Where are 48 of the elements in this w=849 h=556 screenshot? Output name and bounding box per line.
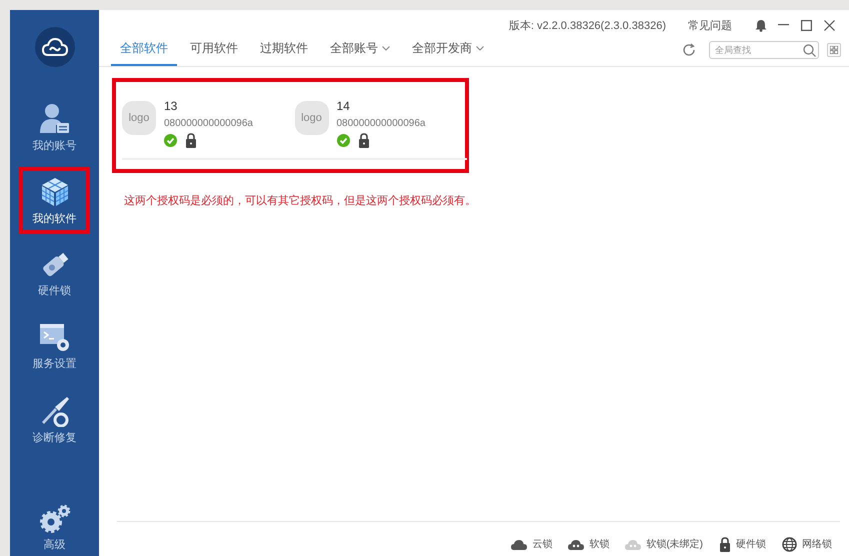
sidebar-item[interactable]: 诊断修复 xyxy=(19,386,90,453)
sidebar-item[interactable]: 高级 xyxy=(19,504,90,552)
grid-view-button[interactable] xyxy=(827,43,841,57)
lock-icon xyxy=(358,133,370,148)
lock-icon xyxy=(185,133,197,148)
minimize-button[interactable] xyxy=(778,24,789,26)
app-logo: logo xyxy=(294,101,328,135)
note-text: 这两个授权码是必须的，可以有其它授权码，但是这两个授权码必须有。 xyxy=(123,194,477,208)
user-icon xyxy=(40,102,70,134)
check-icon xyxy=(164,134,177,147)
tab[interactable]: 可用软件 xyxy=(181,40,247,66)
refresh-button[interactable] xyxy=(682,43,696,57)
version-text: 版本: v2.2.0.38326(2.3.0.38326) xyxy=(508,18,666,32)
software-name: 14 xyxy=(336,99,351,113)
terminal-gear-icon xyxy=(38,322,70,352)
tab[interactable]: 全部开发商 xyxy=(403,40,493,66)
sidebar-item-highlight-frame[interactable]: 我的软件 xyxy=(19,167,90,234)
cloud-icon xyxy=(568,538,584,550)
license-code: 080000000000096a xyxy=(336,118,426,129)
close-button[interactable] xyxy=(824,20,835,30)
caret-icon xyxy=(476,46,484,51)
cloud-icon xyxy=(625,538,642,550)
software-name: 13 xyxy=(164,99,178,113)
sidebar-item[interactable]: 我的账号 xyxy=(19,94,90,161)
tab[interactable]: 全部软件 xyxy=(111,40,177,66)
legend-label: 云锁 xyxy=(532,538,552,551)
globe-icon xyxy=(782,536,797,552)
tab[interactable]: 过期软件 xyxy=(251,40,317,66)
legend-label: 软锁(未绑定) xyxy=(646,538,703,551)
check-icon xyxy=(336,134,350,147)
search-field[interactable]: 全局查找 xyxy=(709,41,819,59)
faq-link[interactable]: 常见问题 xyxy=(688,18,732,32)
search-icon xyxy=(803,44,816,56)
cloud-icon xyxy=(511,538,528,550)
legend-label: 软锁 xyxy=(589,538,610,551)
sidebar-item[interactable]: 硬件锁 xyxy=(19,240,90,307)
maximize-button[interactable] xyxy=(801,20,812,30)
tab[interactable]: 全部账号 xyxy=(321,40,399,66)
license-code: 080000000000096a xyxy=(164,118,253,129)
legend-label: 网络锁 xyxy=(802,538,832,551)
app-logo: logo xyxy=(122,101,156,135)
gears-icon xyxy=(38,504,72,534)
cloud-logo-icon xyxy=(34,27,74,67)
bell-button[interactable] xyxy=(754,18,766,32)
legend-label: 硬件锁 xyxy=(736,538,766,551)
caret-icon xyxy=(382,46,390,51)
lock-icon xyxy=(719,536,731,552)
sidebar-item[interactable]: 服务设置 xyxy=(19,313,90,380)
